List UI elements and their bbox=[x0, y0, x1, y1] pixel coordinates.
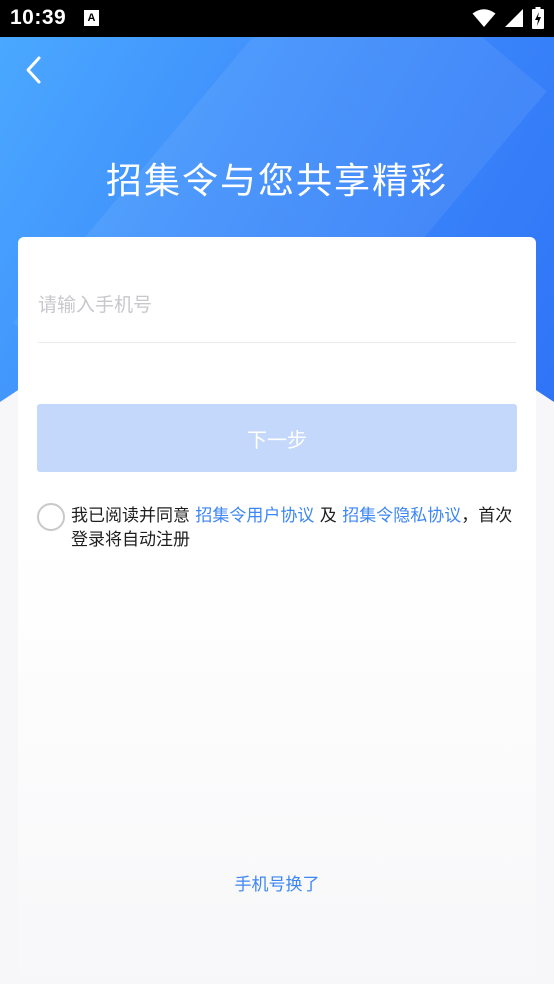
system-icons bbox=[472, 6, 544, 30]
page-title: 招集令与您共享精彩 bbox=[105, 161, 448, 202]
agreement-checkbox[interactable] bbox=[37, 503, 65, 531]
phone-input[interactable] bbox=[38, 282, 516, 328]
next-step-button[interactable]: 下一步 bbox=[37, 404, 517, 472]
user-agreement-link[interactable]: 招集令用户协议 bbox=[195, 506, 314, 526]
chevron-left-icon bbox=[26, 56, 41, 84]
battery-icon bbox=[532, 7, 544, 29]
notification-icon: A bbox=[84, 10, 99, 26]
agreement-conjunction: 及 bbox=[314, 506, 343, 526]
status-bar: 10:39 A bbox=[0, 0, 554, 37]
signal-icon bbox=[505, 9, 523, 27]
agreement-text: 我已阅读并同意 招集令用户协议 及 招集令隐私协议，首次登录将自动注册 bbox=[71, 504, 521, 552]
input-divider bbox=[38, 342, 516, 343]
status-time: 10:39 bbox=[10, 6, 67, 29]
privacy-policy-link[interactable]: 招集令隐私协议 bbox=[342, 506, 461, 526]
change-phone-link[interactable]: 手机号换了 bbox=[0, 870, 554, 895]
back-button[interactable] bbox=[20, 52, 48, 88]
wifi-icon bbox=[472, 9, 496, 27]
agreement-prefix: 我已阅读并同意 bbox=[71, 506, 196, 526]
